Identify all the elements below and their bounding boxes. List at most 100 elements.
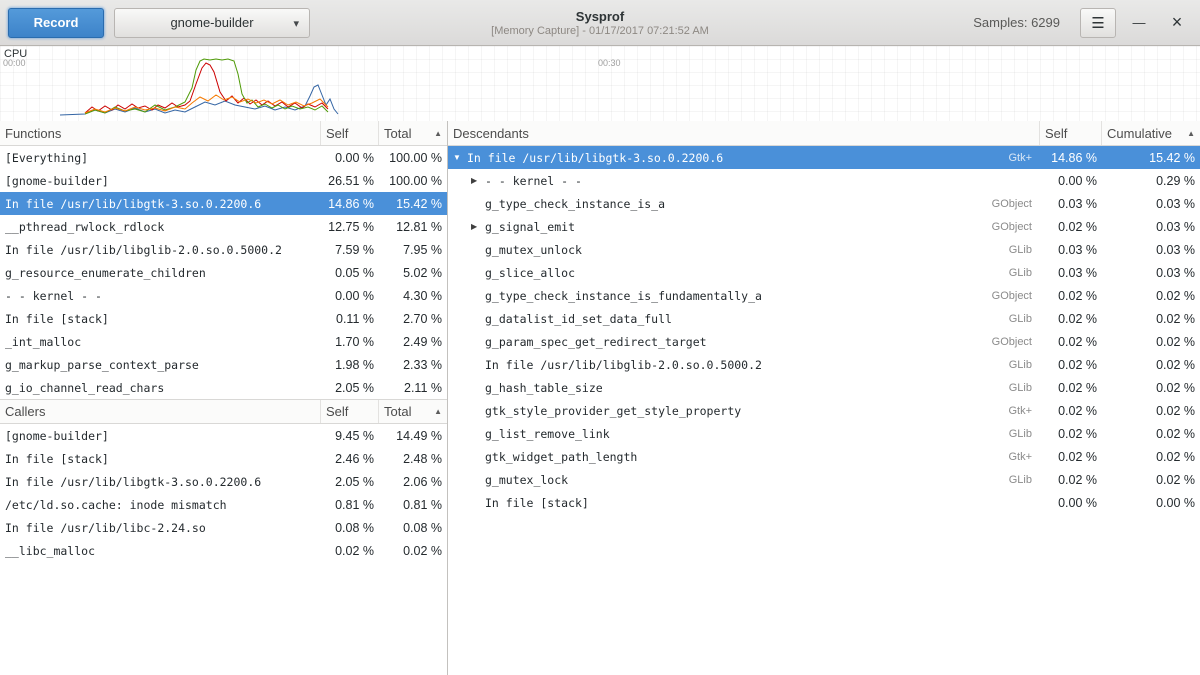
tree-row[interactable]: g_list_remove_linkGLib0.02 %0.02 % — [448, 422, 1200, 445]
process-selector-dropdown[interactable]: gnome-builder ▾ — [114, 8, 310, 38]
library-tag: GLib — [997, 474, 1040, 486]
self-percent: 12.75 % — [321, 220, 379, 234]
function-name: g_param_spec_get_redirect_target — [485, 335, 707, 349]
function-name: g_io_channel_read_chars — [0, 381, 321, 395]
total-percent: 100.00 % — [379, 174, 447, 188]
time-label-mid: 00:30 — [598, 58, 621, 68]
self-percent: 0.08 % — [321, 521, 379, 535]
self-percent: 0.11 % — [321, 312, 379, 326]
menu-button[interactable]: ☰ — [1080, 8, 1116, 38]
tree-row[interactable]: gtk_widget_path_lengthGtk+0.02 %0.02 % — [448, 445, 1200, 468]
sort-arrow-icon: ▲ — [1187, 129, 1195, 138]
column-header-functions[interactable]: Functions — [0, 121, 321, 145]
tree-name-cell: In file /usr/lib/libglib-2.0.so.0.5000.2… — [448, 358, 1040, 372]
table-row[interactable]: In file /usr/lib/libgtk-3.so.0.2200.62.0… — [0, 470, 447, 493]
samples-count: Samples: 6299 — [973, 15, 1060, 30]
self-percent: 0.02 % — [1040, 404, 1102, 418]
self-percent: 0.03 % — [1040, 243, 1102, 257]
table-row[interactable]: - - kernel - -0.00 %4.30 % — [0, 284, 447, 307]
column-label: Self — [326, 404, 348, 419]
expander-collapsed-icon[interactable]: ▶ — [471, 176, 485, 185]
table-row[interactable]: [gnome-builder]26.51 %100.00 % — [0, 169, 447, 192]
total-percent: 5.02 % — [379, 266, 447, 280]
column-header-callers[interactable]: Callers — [0, 400, 321, 423]
function-name: g_mutex_lock — [485, 473, 568, 487]
descendants-table: ▼In file /usr/lib/libgtk-3.so.0.2200.6Gt… — [448, 146, 1200, 514]
total-percent: 4.30 % — [379, 289, 447, 303]
table-row[interactable]: [gnome-builder]9.45 %14.49 % — [0, 424, 447, 447]
tree-row[interactable]: g_type_check_instance_is_aGObject0.03 %0… — [448, 192, 1200, 215]
tree-row[interactable]: gtk_style_provider_get_style_propertyGtk… — [448, 399, 1200, 422]
tree-row[interactable]: ▶- - kernel - -0.00 %0.29 % — [448, 169, 1200, 192]
tree-row[interactable]: g_slice_allocGLib0.03 %0.03 % — [448, 261, 1200, 284]
function-name: In file /usr/lib/libglib-2.0.so.0.5000.2 — [485, 358, 762, 372]
tree-row[interactable]: g_mutex_unlockGLib0.03 %0.03 % — [448, 238, 1200, 261]
cumulative-percent: 0.02 % — [1102, 473, 1200, 487]
process-selector-label: gnome-builder — [170, 15, 253, 30]
column-header-self[interactable]: Self — [1040, 121, 1102, 145]
tree-row[interactable]: ▶g_signal_emitGObject0.02 %0.03 % — [448, 215, 1200, 238]
tree-row[interactable]: ▼In file /usr/lib/libgtk-3.so.0.2200.6Gt… — [448, 146, 1200, 169]
function-name: [gnome-builder] — [0, 174, 321, 188]
table-row[interactable]: g_markup_parse_context_parse1.98 %2.33 % — [0, 353, 447, 376]
table-row[interactable]: __pthread_rwlock_rdlock12.75 %12.81 % — [0, 215, 447, 238]
tree-row[interactable]: g_hash_table_sizeGLib0.02 %0.02 % — [448, 376, 1200, 399]
tree-row[interactable]: In file [stack]0.00 %0.00 % — [448, 491, 1200, 514]
self-percent: 0.81 % — [321, 498, 379, 512]
table-row[interactable]: /etc/ld.so.cache: inode mismatch0.81 %0.… — [0, 493, 447, 516]
descendants-table-header: Descendants Self Cumulative ▲ — [448, 121, 1200, 146]
column-header-self[interactable]: Self — [321, 121, 379, 145]
column-header-total[interactable]: Total ▲ — [379, 121, 447, 145]
cumulative-percent: 0.03 % — [1102, 243, 1200, 257]
function-name: g_resource_enumerate_children — [0, 266, 321, 280]
table-row[interactable]: g_resource_enumerate_children0.05 %5.02 … — [0, 261, 447, 284]
table-row[interactable]: In file /usr/lib/libgtk-3.so.0.2200.614.… — [0, 192, 447, 215]
table-row[interactable]: _int_malloc1.70 %2.49 % — [0, 330, 447, 353]
tree-row[interactable]: g_mutex_lockGLib0.02 %0.02 % — [448, 468, 1200, 491]
function-name: g_hash_table_size — [485, 381, 603, 395]
tree-row[interactable]: g_type_check_instance_is_fundamentally_a… — [448, 284, 1200, 307]
expander-expanded-icon[interactable]: ▼ — [453, 153, 467, 162]
self-percent: 0.02 % — [1040, 381, 1102, 395]
cpu-line-green — [85, 59, 328, 114]
table-row[interactable]: In file [stack]2.46 %2.48 % — [0, 447, 447, 470]
cpu-line-orange — [85, 95, 328, 113]
tree-row[interactable]: g_param_spec_get_redirect_targetGObject0… — [448, 330, 1200, 353]
function-name: g_slice_alloc — [485, 266, 575, 280]
cpu-graph[interactable]: CPU 00:00 00:30 — [0, 46, 1200, 121]
table-row[interactable]: In file [stack]0.11 %2.70 % — [0, 307, 447, 330]
library-tag: GObject — [980, 221, 1040, 233]
total-percent: 2.33 % — [379, 358, 447, 372]
column-header-cumulative[interactable]: Cumulative ▲ — [1102, 121, 1200, 145]
cumulative-percent: 15.42 % — [1102, 151, 1200, 165]
self-percent: 26.51 % — [321, 174, 379, 188]
tree-row[interactable]: g_datalist_id_set_data_fullGLib0.02 %0.0… — [448, 307, 1200, 330]
table-row[interactable]: [Everything]0.00 %100.00 % — [0, 146, 447, 169]
total-percent: 0.08 % — [379, 521, 447, 535]
cumulative-percent: 0.02 % — [1102, 427, 1200, 441]
self-percent: 7.59 % — [321, 243, 379, 257]
function-name: __pthread_rwlock_rdlock — [0, 220, 321, 234]
table-row[interactable]: In file /usr/lib/libglib-2.0.so.0.5000.2… — [0, 238, 447, 261]
column-header-total[interactable]: Total ▲ — [379, 400, 447, 423]
function-name: g_datalist_id_set_data_full — [485, 312, 672, 326]
column-label: Self — [326, 126, 348, 141]
expander-collapsed-icon[interactable]: ▶ — [471, 222, 485, 231]
total-percent: 2.11 % — [379, 381, 447, 395]
library-tag: GLib — [997, 359, 1040, 371]
function-name: - - kernel - - — [0, 289, 321, 303]
tree-row[interactable]: In file /usr/lib/libglib-2.0.so.0.5000.2… — [448, 353, 1200, 376]
tree-name-cell: ▶- - kernel - - — [448, 174, 1040, 188]
table-row[interactable]: g_io_channel_read_chars2.05 %2.11 % — [0, 376, 447, 399]
self-percent: 0.00 % — [321, 289, 379, 303]
self-percent: 0.03 % — [1040, 197, 1102, 211]
table-row[interactable]: In file /usr/lib/libc-2.24.so0.08 %0.08 … — [0, 516, 447, 539]
column-header-descendants[interactable]: Descendants — [448, 121, 1040, 145]
record-button[interactable]: Record — [8, 8, 104, 38]
column-header-self[interactable]: Self — [321, 400, 379, 423]
sort-arrow-icon: ▲ — [434, 407, 442, 416]
minimize-button[interactable]: — — [1124, 8, 1154, 38]
table-row[interactable]: __libc_malloc0.02 %0.02 % — [0, 539, 447, 562]
close-button[interactable]: × — [1162, 8, 1192, 38]
function-name: gtk_style_provider_get_style_property — [485, 404, 741, 418]
